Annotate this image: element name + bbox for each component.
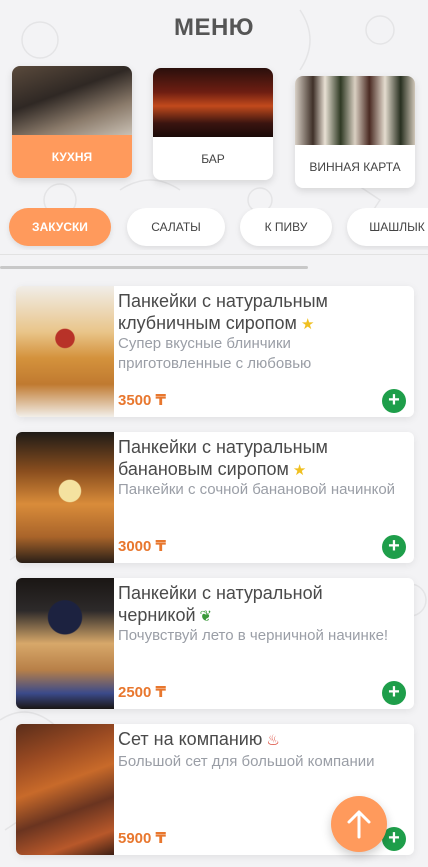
item-price: 5900 ₸ (118, 830, 166, 847)
category-label: КУХНЯ (12, 135, 132, 178)
item-name: Сет на компанию ♨ (118, 729, 280, 749)
item-name: Панкейки с натуральной черникой ❦ (118, 583, 323, 625)
add-to-cart-button[interactable]: + (382, 389, 406, 413)
tab-snacks[interactable]: ЗАКУСКИ (9, 208, 111, 246)
item-description: Большой сет для большой компании (118, 753, 375, 770)
sprout-icon: ❦ (199, 608, 213, 625)
category-card-wine[interactable]: ВИННАЯ КАРТА (295, 76, 415, 188)
star-icon: ★ (292, 462, 307, 479)
item-price: 2500 ₸ (118, 684, 166, 701)
item-name: Панкейки с натуральным банановым сиропом… (118, 437, 328, 479)
tab-salads[interactable]: САЛАТЫ (127, 208, 225, 246)
tabs-divider (0, 254, 428, 255)
tab-beer-snacks[interactable]: К ПИВУ (240, 208, 332, 246)
category-card-bar[interactable]: БАР (153, 68, 273, 180)
page-title: МЕНЮ (173, 14, 255, 41)
add-to-cart-button[interactable]: + (382, 535, 406, 559)
wine-photo (295, 76, 415, 145)
add-to-cart-button[interactable]: + (382, 681, 406, 705)
blueberry-pancakes-photo (16, 578, 114, 709)
company-set-photo (16, 724, 114, 855)
subcategory-tabs: ЗАКУСКИ САЛАТЫ К ПИВУ ШАШЛЫК (0, 208, 428, 250)
chili-icon: ♨ (266, 732, 280, 749)
banana-pancakes-photo (16, 432, 114, 563)
category-label: БАР (201, 151, 225, 166)
star-icon: ★ (300, 316, 315, 333)
kitchen-photo (12, 66, 132, 135)
arrow-up-icon (347, 810, 371, 839)
menu-item[interactable]: Панкейки с натуральным клубничным сиропо… (16, 286, 414, 417)
scroll-to-top-button[interactable] (331, 796, 387, 852)
tabs-scroll-indicator (0, 266, 308, 269)
bar-photo (153, 68, 273, 137)
item-description: Почувствуй лето в черничной начинке! (118, 627, 389, 644)
category-cards: КУХНЯ БАР ВИННАЯ КАРТА (0, 66, 428, 188)
strawberry-pancakes-photo (16, 286, 114, 417)
item-description: Панкейки с сочной банановой начинкой (118, 481, 396, 498)
tab-shashlik[interactable]: ШАШЛЫК (347, 208, 428, 246)
item-price: 3500 ₸ (118, 392, 166, 409)
item-price: 3000 ₸ (118, 538, 166, 555)
category-card-kitchen[interactable]: КУХНЯ (12, 66, 132, 178)
category-label: ВИННАЯ КАРТА (309, 159, 401, 174)
item-name: Панкейки с натуральным клубничным сиропо… (118, 291, 328, 333)
menu-item[interactable]: Панкейки с натуральным банановым сиропом… (16, 432, 414, 563)
item-description: Супер вкусные блинчики приготовленные с … (118, 335, 312, 372)
menu-item[interactable]: Панкейки с натуральной черникой ❦ Почувст… (16, 578, 414, 709)
